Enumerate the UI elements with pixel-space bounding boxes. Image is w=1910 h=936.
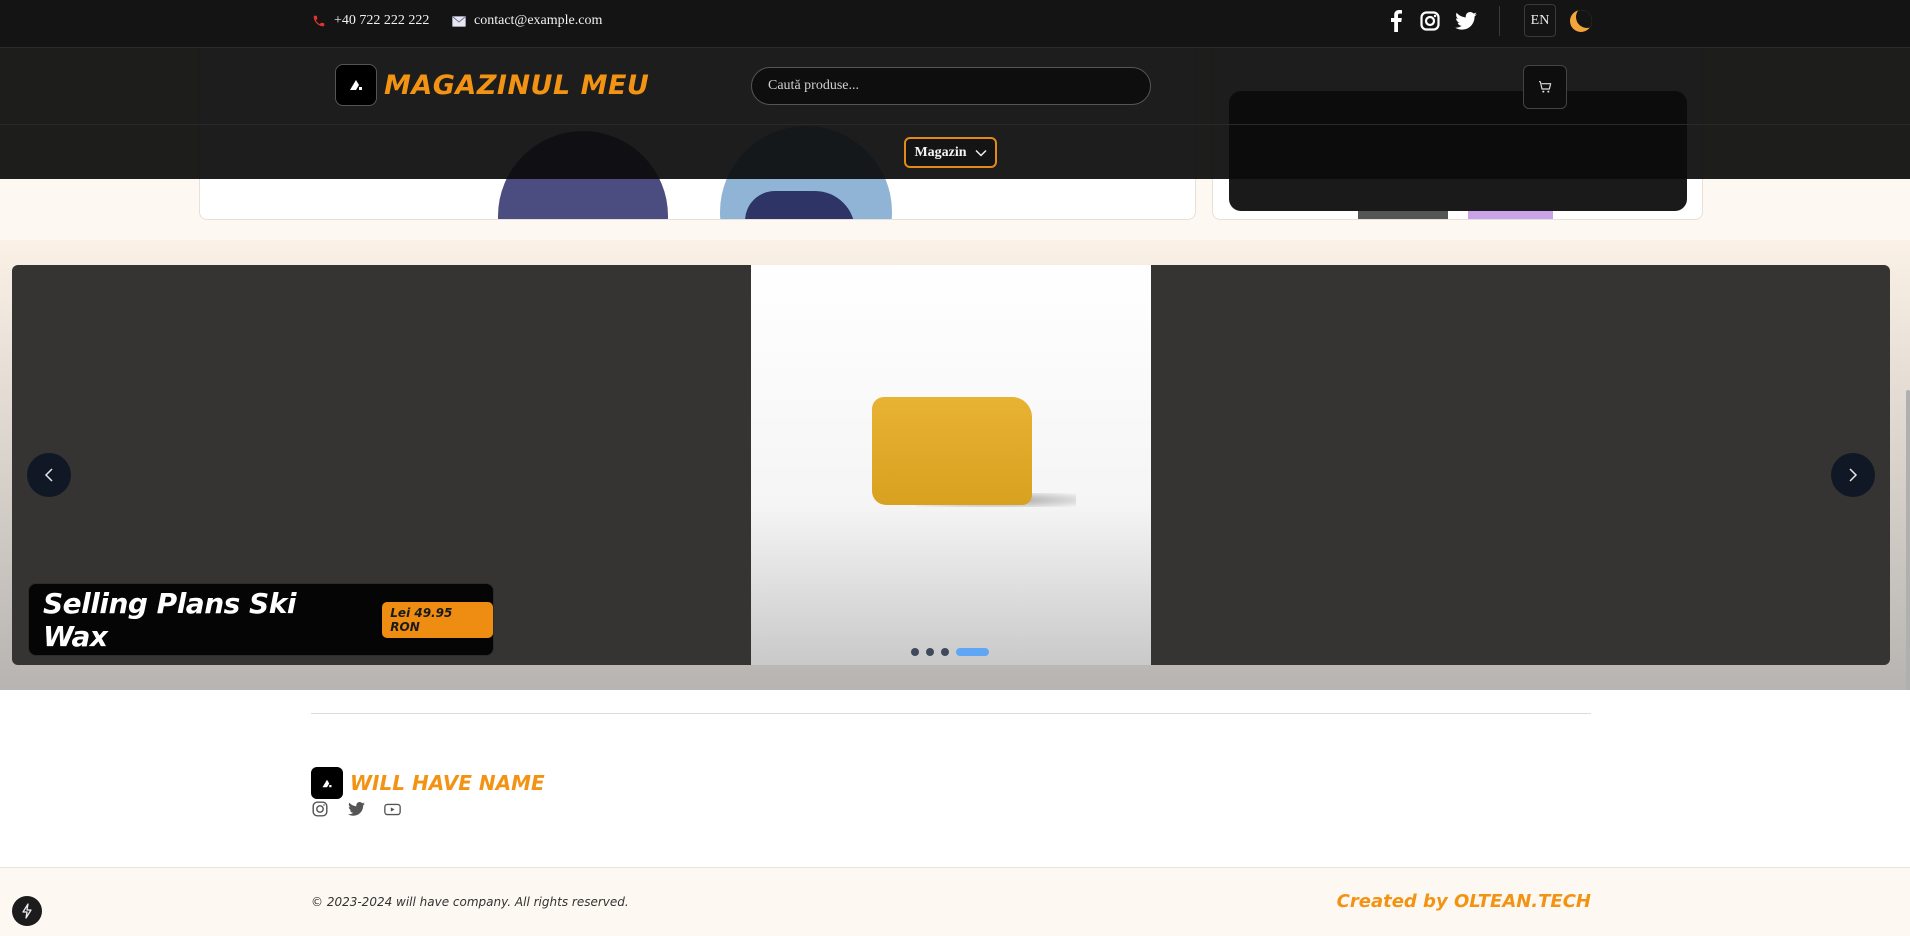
slide-product-title: Selling Plans Ski Wax (43, 586, 296, 653)
top-bar: +40 722 222 222 contact@example.com EN (0, 0, 1910, 48)
copyright-text: © 2023-2024 will have company. All right… (311, 895, 629, 909)
carousel-dot[interactable] (926, 648, 934, 656)
phone-contact[interactable]: +40 722 222 222 (312, 0, 429, 42)
carousel-dot-active[interactable] (956, 648, 989, 656)
twitter-icon[interactable] (347, 800, 365, 818)
cart-icon (1539, 81, 1552, 93)
slide-caption[interactable]: Selling Plans Ski Wax Lei 49.95 RON (28, 583, 494, 656)
ski-wax-block (872, 397, 1032, 505)
shop-menu-label: Magazin (914, 144, 967, 160)
youtube-icon[interactable] (383, 800, 401, 818)
price-badge: Lei 49.95 RON (382, 601, 493, 638)
footer-logo[interactable] (311, 767, 343, 799)
chevron-left-icon (44, 468, 53, 482)
envelope-icon (452, 15, 466, 27)
logo-mark-icon (322, 779, 332, 787)
search-input[interactable] (751, 67, 1151, 105)
carousel-prev-button[interactable] (27, 453, 71, 497)
phone-number: +40 722 222 222 (334, 13, 430, 28)
twitter-icon[interactable] (1454, 10, 1478, 32)
product-carousel: Selling Plans Ski Wax Lei 49.95 RON (12, 265, 1890, 665)
brand-name[interactable]: Magazinul meu (384, 64, 649, 106)
chevron-right-icon (1849, 468, 1858, 482)
phone-icon (312, 14, 326, 28)
lightning-icon (22, 903, 32, 919)
main-nav: Magazin (0, 124, 1910, 179)
instagram-icon[interactable] (311, 800, 329, 818)
email-address: contact@example.com (474, 13, 603, 28)
footer-brand-name[interactable]: will have name (350, 767, 545, 799)
footer (0, 690, 1910, 868)
language-switcher[interactable]: EN (1524, 4, 1556, 37)
cart-button[interactable] (1523, 65, 1567, 109)
shop-menu-dropdown[interactable]: Magazin (904, 137, 997, 168)
instagram-icon[interactable] (1418, 10, 1442, 32)
footer-bottom (0, 868, 1910, 936)
page-scrollbar[interactable] (1906, 390, 1910, 690)
carousel-indicators (911, 648, 989, 656)
facebook-icon[interactable] (1384, 10, 1408, 32)
theme-toggle[interactable] (1570, 10, 1592, 32)
email-contact[interactable]: contact@example.com (452, 0, 602, 42)
topbar-divider (1499, 6, 1500, 36)
carousel-next-button[interactable] (1831, 453, 1875, 497)
logo-mark-icon (350, 80, 362, 90)
carousel-dot[interactable] (911, 648, 919, 656)
creator-credit-link[interactable]: Created by OLTEAN.TECH (1337, 891, 1591, 912)
site-header: Magazinul meu (0, 48, 1910, 124)
quick-action-button[interactable] (12, 896, 42, 926)
chevron-down-icon (975, 149, 987, 157)
site-logo[interactable] (335, 64, 377, 106)
footer-divider (311, 713, 1591, 714)
slide-product-image[interactable] (751, 265, 1151, 665)
carousel-dot[interactable] (941, 648, 949, 656)
